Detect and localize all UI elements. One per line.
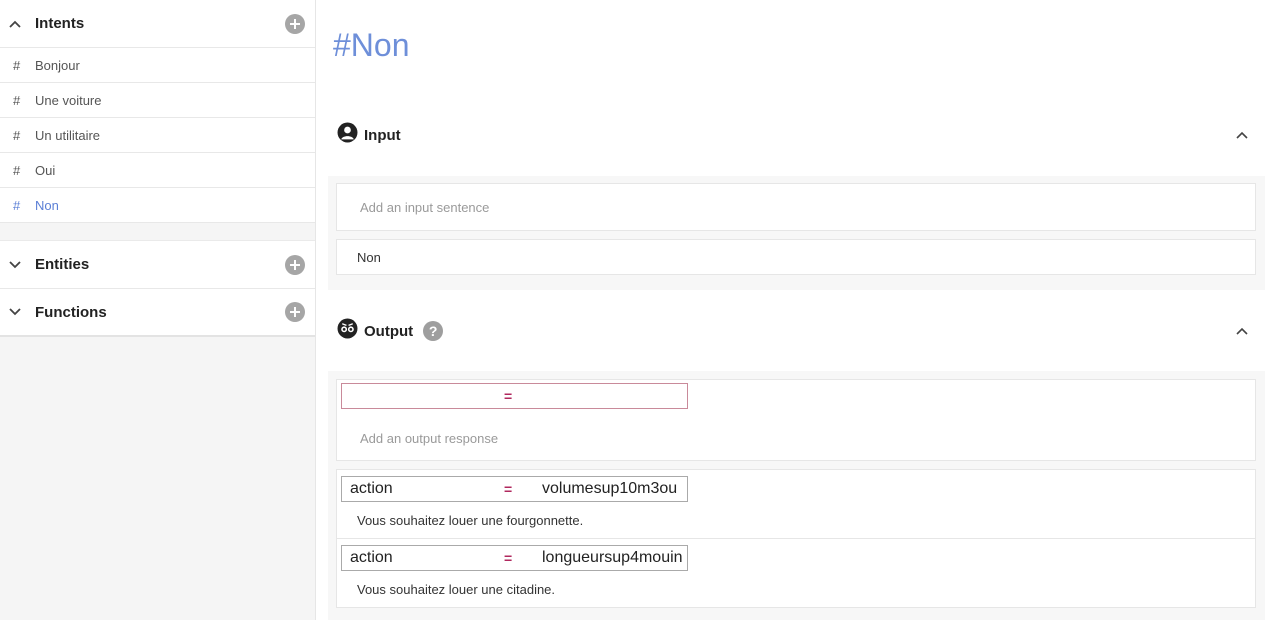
hash-icon: # [13, 197, 21, 213]
output-response-text[interactable]: Vous souhaitez louer une fourgonnette. [357, 513, 583, 528]
output-response-card: action = longueursup4mouin Vous souhaite… [336, 538, 1256, 608]
entities-header[interactable]: Entities [0, 241, 315, 289]
bot-icon [337, 318, 358, 344]
main-content: #Non Input Add an input sentence Non Out… [317, 0, 1270, 620]
chevron-down-icon[interactable] [8, 305, 22, 319]
section-gap [0, 223, 315, 240]
entities-section: Entities [0, 240, 315, 289]
intents-header[interactable]: Intents [0, 0, 315, 48]
sidebar: Intents # Bonjour # Une voiture # Un uti… [0, 0, 316, 620]
user-icon [337, 122, 358, 148]
chevron-up-icon[interactable] [1236, 126, 1248, 144]
equals-sign: = [504, 481, 513, 497]
hash-icon: # [13, 127, 21, 143]
help-icon[interactable]: ? [423, 321, 444, 341]
input-label: Input [364, 126, 401, 144]
sidebar-item-un-utilitaire[interactable]: # Un utilitaire [0, 118, 315, 153]
functions-section: Functions [0, 289, 315, 337]
input-sentence-row[interactable]: Non [336, 239, 1256, 275]
sidebar-item-label: Un utilitaire [35, 127, 101, 143]
page-title: #Non [333, 27, 410, 63]
condition-value[interactable]: longueursup4mouin [540, 549, 687, 567]
input-panel-body: Add an input sentence Non [328, 176, 1265, 290]
output-condition-field[interactable]: action = longueursup4mouin [341, 545, 688, 571]
equals-sign: = [504, 388, 513, 404]
sidebar-item-label: Bonjour [35, 57, 80, 73]
sidebar-item-label: Non [35, 197, 59, 213]
chevron-up-icon[interactable] [1236, 322, 1248, 340]
intents-title: Intents [35, 15, 85, 32]
equals-sign: = [504, 550, 513, 566]
add-function-icon[interactable] [285, 302, 305, 322]
sidebar-item-bonjour[interactable]: # Bonjour [0, 48, 315, 83]
functions-title: Functions [35, 303, 107, 321]
add-entity-icon[interactable] [285, 254, 305, 275]
output-panel-header[interactable]: Output ? [337, 316, 1248, 346]
entities-title: Entities [35, 256, 90, 273]
output-response-card: action = volumesup10m3ou Vous souhaitez … [336, 469, 1256, 539]
sidebar-item-une-voiture[interactable]: # Une voiture [0, 83, 315, 118]
sidebar-item-non[interactable]: # Non [0, 188, 315, 223]
sidebar-item-label: Oui [35, 162, 56, 178]
add-intent-icon[interactable] [285, 13, 305, 34]
output-panel-body: = Add an output response action = volume… [328, 371, 1265, 620]
output-label: Output [364, 322, 414, 340]
sidebar-item-label: Une voiture [35, 92, 102, 108]
sidebar-item-oui[interactable]: # Oui [0, 153, 315, 188]
input-panel-header[interactable]: Input [337, 120, 1248, 150]
chevron-up-icon[interactable] [8, 17, 22, 31]
output-condition-field[interactable]: = [341, 383, 688, 409]
output-response-text[interactable]: Vous souhaitez louer une citadine. [357, 582, 555, 597]
hash-icon: # [13, 162, 21, 178]
add-input-sentence-field[interactable]: Add an input sentence [336, 183, 1256, 231]
output-condition-field[interactable]: action = volumesup10m3ou [341, 476, 688, 502]
new-output-card: = Add an output response [336, 379, 1256, 461]
hash-icon: # [13, 57, 21, 73]
functions-header[interactable]: Functions [0, 289, 315, 337]
condition-key[interactable]: action [342, 549, 504, 567]
condition-key[interactable]: action [342, 480, 504, 498]
add-output-response-field[interactable]: Add an output response [360, 431, 498, 446]
intents-section: Intents # Bonjour # Une voiture # Un uti… [0, 0, 315, 223]
condition-value[interactable]: volumesup10m3ou [540, 480, 687, 498]
chevron-down-icon[interactable] [8, 258, 22, 272]
hash-icon: # [13, 92, 21, 108]
